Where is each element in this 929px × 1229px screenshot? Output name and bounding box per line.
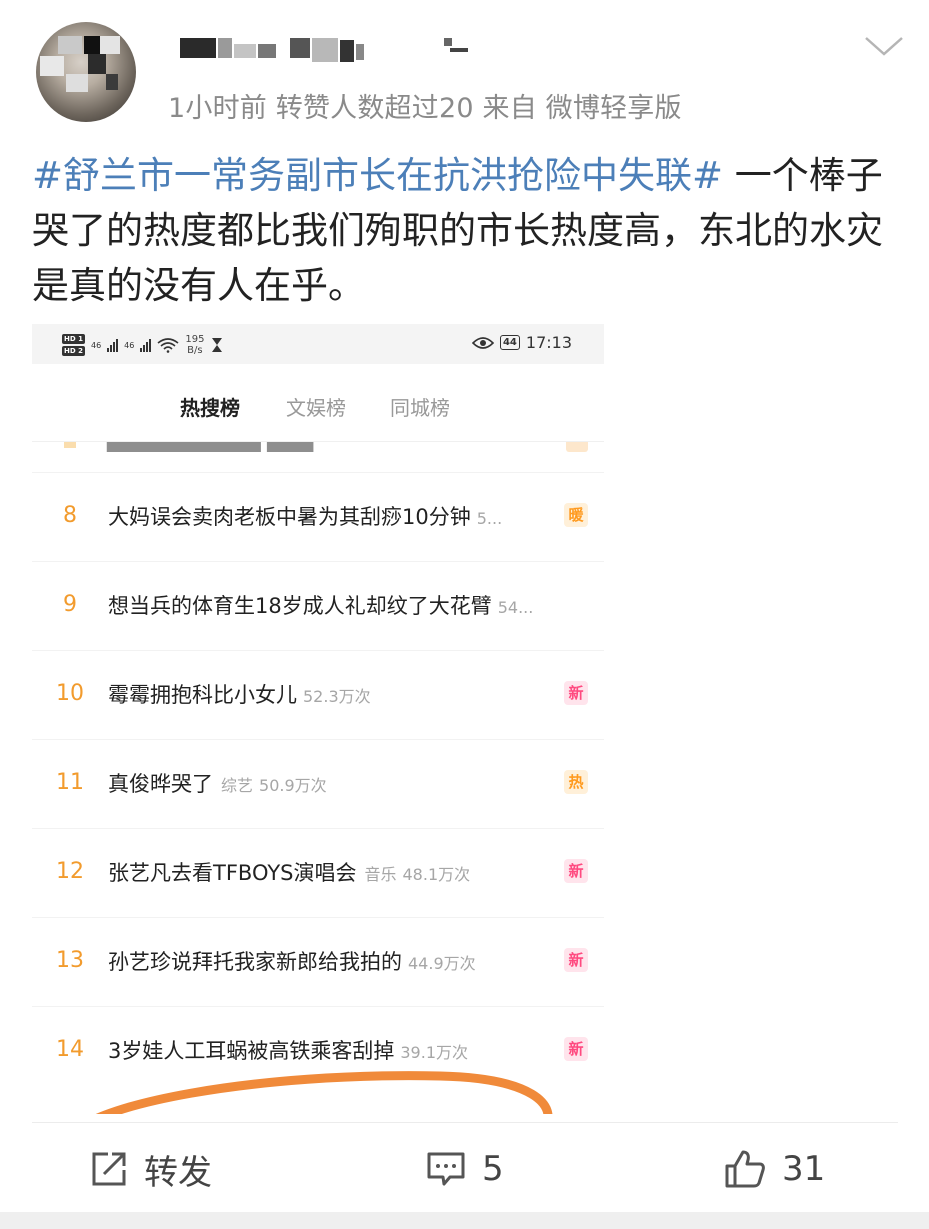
signal-icon — [107, 338, 119, 352]
rank-number: 11 — [56, 770, 84, 795]
tab-entertainment[interactable]: 文娱榜 — [286, 392, 346, 421]
hourglass-icon — [212, 338, 223, 352]
avatar[interactable] — [36, 22, 136, 122]
hot-search-badge: 新 — [564, 948, 588, 972]
tab-hot-search[interactable]: 热搜榜 — [180, 392, 240, 421]
hot-search-title: 想当兵的体育生18岁成人礼却纹了大花臂 — [108, 594, 492, 618]
hot-search-title-line: 想当兵的体育生18岁成人礼却纹了大花臂 54... — [108, 590, 533, 620]
hot-search-count: 5... — [476, 509, 503, 528]
rank-number: 14 — [56, 1037, 84, 1062]
rank-number: 12 — [56, 859, 84, 884]
hd-badges: HD 1 HD 2 — [62, 334, 85, 356]
hot-search-count: 48.1万次 — [402, 865, 471, 884]
divider — [32, 1122, 898, 1123]
comment-icon — [427, 1152, 465, 1186]
hot-search-badge: 暖 — [564, 503, 588, 527]
like-icon — [725, 1150, 765, 1188]
hot-search-title: 大妈误会卖肉老板中暑为其刮痧10分钟 — [108, 505, 471, 529]
hot-search-row[interactable]: 10 霉霉拥抱科比小女儿 52.3万次 新 — [32, 650, 604, 739]
like-button[interactable]: 31 — [724, 1146, 825, 1192]
repost-label: 转发 — [144, 1152, 212, 1193]
hd2-label: HD 2 — [62, 346, 85, 356]
eye-icon — [471, 336, 494, 349]
hot-search-row[interactable]: 9 想当兵的体育生18岁成人礼却纹了大花臂 54... — [32, 561, 604, 650]
hot-search-title: 霉霉拥抱科比小女儿 — [108, 683, 297, 707]
speed-unit: B/s — [187, 345, 203, 356]
hot-search-title: 张艺凡去看TFBOYS演唱会 — [108, 861, 357, 885]
network-speed: 195 B/s — [185, 334, 204, 356]
hot-search-count: 44.9万次 — [408, 954, 476, 973]
net2-label: 46 — [124, 340, 135, 350]
clock: 17:13 — [525, 333, 572, 352]
hot-search-row[interactable]: 14 3岁娃人工耳蜗被高铁乘客刮掉 39.1万次 新 — [32, 1006, 604, 1095]
hot-search-category: 音乐 — [364, 865, 397, 884]
hot-search-count: 50.9万次 — [259, 776, 327, 795]
rank-number: 13 — [56, 948, 84, 973]
status-bar: HD 1 HD 2 46 46 195 B/s 44 17:13 — [32, 324, 604, 364]
hot-search-count: 52.3万次 — [303, 687, 371, 706]
hot-search-row[interactable]: 8 大妈误会卖肉老板中暑为其刮痧10分钟 5... 暖 — [32, 472, 604, 561]
hot-search-title-line: 3岁娃人工耳蜗被高铁乘客刮掉 39.1万次 — [108, 1035, 468, 1065]
speed-value: 195 — [185, 334, 205, 345]
hot-search-row[interactable]: 11 真俊晔哭了 综艺 50.9万次 热 — [32, 739, 604, 828]
post-text: #舒兰市一常务副市长在抗洪抢险中失联# 一个棒子哭了的热度都比我们殉职的市长热度… — [32, 148, 902, 313]
bottom-strip — [0, 1212, 929, 1229]
partial-list-item: ▆▆▆▆▆▆▆▆▆▆ ▆▆▆ — [32, 442, 604, 472]
rank-number: 9 — [63, 592, 77, 617]
hot-search-badge: 新 — [564, 681, 588, 705]
signal-icon — [140, 338, 152, 352]
hot-search-row[interactable]: 13 孙艺珍说拜托我家新郎给我拍的 44.9万次 新 — [32, 917, 604, 1006]
hot-search-title-line: 张艺凡去看TFBOYS演唱会 音乐 48.1万次 — [108, 857, 470, 887]
chevron-down-icon[interactable] — [862, 30, 906, 60]
hd1-label: HD 1 — [62, 334, 85, 344]
hot-search-row[interactable]: 12 张艺凡去看TFBOYS演唱会 音乐 48.1万次 新 — [32, 828, 604, 917]
repost-button[interactable]: 转发 — [90, 1146, 212, 1193]
hot-search-title-line: 孙艺珍说拜托我家新郎给我拍的 44.9万次 — [108, 946, 476, 976]
hashtag-link[interactable]: #舒兰市一常务副市长在抗洪抢险中失联# — [32, 154, 723, 197]
comment-button[interactable]: 5 — [426, 1146, 504, 1192]
hot-search-title-line: 大妈误会卖肉老板中暑为其刮痧10分钟 5... — [108, 501, 502, 531]
embedded-screenshot[interactable]: HD 1 HD 2 46 46 195 B/s 44 17:13 热搜榜 文娱榜… — [32, 324, 604, 1114]
net1-label: 46 — [90, 340, 102, 350]
battery-indicator: 44 — [499, 335, 520, 350]
like-count: 31 — [782, 1149, 826, 1189]
repost-icon — [92, 1152, 126, 1186]
hot-search-badge: 热 — [564, 770, 588, 794]
tab-local[interactable]: 同城榜 — [390, 392, 450, 421]
hot-search-title-line: 真俊晔哭了 综艺 50.9万次 — [108, 768, 327, 798]
hot-search-title: 3岁娃人工耳蜗被高铁乘客刮掉 — [108, 1039, 395, 1063]
wifi-icon — [157, 338, 179, 353]
hot-search-count: 39.1万次 — [400, 1043, 469, 1062]
hot-search-title-line: 霉霉拥抱科比小女儿 52.3万次 — [108, 679, 371, 709]
rank-number: 8 — [63, 503, 77, 528]
post-meta: 1小时前 转赞人数超过20 来自 微博轻享版 — [168, 93, 682, 124]
rank-number: 10 — [56, 681, 84, 706]
username-pixelated[interactable] — [180, 34, 480, 74]
ranking-tabs: 热搜榜 文娱榜 同城榜 — [32, 364, 604, 442]
hot-search-title: 真俊晔哭了 — [108, 772, 213, 796]
hot-search-category: 综艺 — [221, 776, 254, 795]
hot-search-title: 孙艺珍说拜托我家新郎给我拍的 — [108, 950, 402, 974]
hot-search-badge: 新 — [564, 1037, 588, 1061]
hot-search-badge: 新 — [564, 859, 588, 883]
hot-search-count: 54... — [497, 598, 534, 617]
comment-count: 5 — [482, 1149, 504, 1189]
